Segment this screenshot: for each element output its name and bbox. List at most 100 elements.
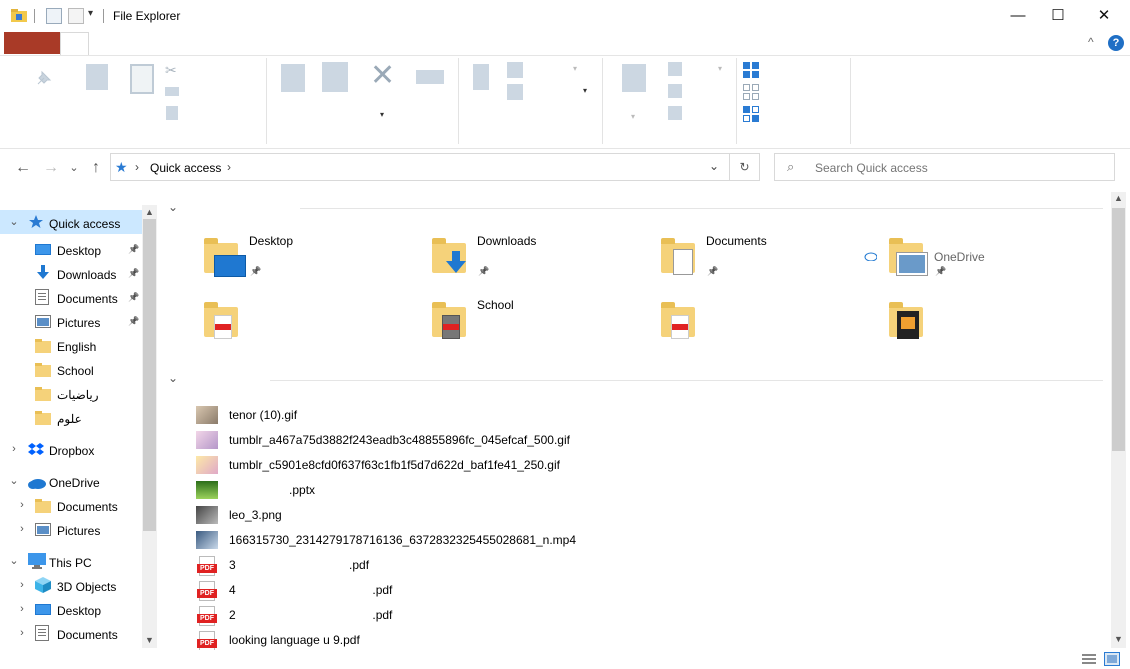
chevron-down-icon[interactable]: ⌄ [8,210,20,234]
recent-file-row[interactable]: PDF 2 .pdf [196,602,1096,627]
address-location[interactable]: Quick access [150,161,221,175]
scrollbar-thumb[interactable] [1112,208,1125,451]
recent-file-row[interactable]: tenor (10).gif [196,402,1096,427]
collapse-ribbon-icon[interactable]: ^ [1088,35,1094,49]
copy-icon[interactable] [86,64,108,90]
open-dropdown-icon[interactable]: ▾ [718,64,722,73]
refresh-button[interactable]: ↻ [730,153,760,181]
chevron-right-icon[interactable]: › [16,621,28,645]
delete-dropdown-icon[interactable]: ▾ [380,110,384,119]
select-all-icon[interactable] [743,62,759,81]
recent-file-row[interactable]: 166315730_2314279178716136_6372832325455… [196,527,1096,552]
large-icons-view-icon[interactable] [1104,652,1120,669]
new-item-dropdown-icon[interactable]: ▾ [573,64,577,73]
chevron-down-icon[interactable]: ⌄ [8,469,20,493]
forward-button[interactable]: → [41,156,61,180]
pin-to-quick-access-icon[interactable] [34,68,54,91]
properties-icon[interactable] [46,8,62,24]
recent-locations-button[interactable]: ⌄ [64,156,84,180]
sidebar-item[interactable]: › Documents [0,621,142,645]
new-folder-ribbon-icon[interactable] [473,64,489,90]
recent-file-row[interactable]: PDF 3 .pdf [196,552,1096,577]
folder-tile[interactable]: OneDrive 📌 [864,236,1095,286]
recent-file-row[interactable]: PDF 4 .pdf [196,577,1096,602]
content-scrollbar[interactable]: ▲ ▼ [1111,192,1126,648]
cut-icon[interactable]: ✂ [165,62,177,79]
sidebar-item[interactable]: ⌄ This PC [0,549,142,573]
sidebar-item[interactable]: › Documents [0,493,142,517]
chevron-right-icon[interactable]: › [16,517,28,541]
frequent-folders-toggle[interactable]: ⌄ [168,200,178,214]
new-item-icon[interactable] [507,62,523,78]
sidebar-item[interactable]: Pictures 📌 [0,309,142,333]
folder-tile[interactable]: Desktop 📌 [200,234,410,286]
chevron-right-icon[interactable]: › [16,493,28,517]
search-box[interactable]: ⌕ [774,153,1115,181]
back-button[interactable]: ← [13,156,33,180]
help-icon[interactable]: ? [1108,35,1124,51]
sidebar-item[interactable]: ⌄ Quick access [0,210,142,234]
scroll-down-arrow[interactable]: ▼ [1114,634,1123,644]
folder-tile[interactable]: School [428,298,638,350]
file-tab[interactable] [4,32,60,54]
navigation-pane-scrollbar[interactable]: ▲ ▼ [142,205,157,648]
sidebar-item[interactable]: رياضيات [0,381,142,405]
up-button[interactable]: ↑ [86,156,106,180]
sidebar-item[interactable]: ⌄ OneDrive [0,469,142,493]
recent-file-row[interactable]: PDF looking language u 9.pdf [196,627,1096,652]
address-bar[interactable]: ★ › Quick access › ⌄ [110,153,730,181]
close-button[interactable]: ✕ [1081,0,1127,31]
scroll-up-arrow[interactable]: ▲ [1114,193,1123,203]
address-separator[interactable]: › [227,160,231,174]
maximize-button[interactable]: ☐ [1035,0,1081,31]
sidebar-item[interactable]: › 3D Objects [0,573,142,597]
scrollbar-thumb[interactable] [143,219,156,531]
paste-icon[interactable] [130,64,154,94]
properties-dropdown-icon[interactable]: ▾ [631,112,635,121]
rename-icon[interactable] [416,70,444,84]
easy-access-icon[interactable] [507,84,523,100]
sidebar-item[interactable]: علوم [0,405,142,429]
home-tab[interactable] [60,32,89,56]
recent-file-row[interactable]: tumblr_c5901e8cfd0f637f63c1fb1f5d7d622d_… [196,452,1096,477]
new-folder-icon[interactable] [68,8,84,24]
sidebar-item[interactable]: Downloads 📌 [0,261,142,285]
search-input[interactable] [813,160,1107,176]
address-separator[interactable]: › [135,160,139,174]
recent-files-toggle[interactable]: ⌄ [168,371,178,385]
sidebar-item[interactable]: Desktop 📌 [0,237,142,261]
copy-to-icon[interactable] [322,62,348,92]
sidebar-item[interactable]: › Pictures [0,517,142,541]
scroll-up-arrow[interactable]: ▲ [145,207,154,217]
sidebar-item[interactable]: English [0,333,142,357]
sidebar-item[interactable]: › Desktop [0,597,142,621]
details-view-icon[interactable] [1082,653,1096,668]
history-icon[interactable] [668,106,682,120]
edit-icon[interactable] [668,84,682,98]
paste-shortcut-icon[interactable] [166,106,178,120]
chevron-right-icon[interactable]: › [16,597,28,621]
folder-tile[interactable] [657,300,867,350]
recent-file-row[interactable]: .pptx [196,477,1096,502]
invert-selection-icon[interactable] [743,106,759,125]
move-to-icon[interactable] [281,64,305,92]
select-none-icon[interactable] [743,84,759,103]
qat-customize-icon[interactable]: ▾ [88,8,93,19]
easy-access-dropdown-icon[interactable]: ▾ [583,86,587,95]
sidebar-item[interactable]: Documents 📌 [0,285,142,309]
chevron-right-icon[interactable]: › [16,573,28,597]
recent-file-row[interactable]: leo_3.png [196,502,1096,527]
properties-ribbon-icon[interactable] [622,64,646,92]
folder-tile[interactable] [885,300,1095,350]
scroll-down-arrow[interactable]: ▼ [145,635,154,645]
sidebar-item[interactable]: › Dropbox [0,437,142,461]
open-icon[interactable] [668,62,682,76]
recent-file-row[interactable]: tumblr_a467a75d3882f243eadb3c48855896fc_… [196,427,1096,452]
chevron-right-icon[interactable]: › [8,437,20,461]
address-dropdown-icon[interactable]: ⌄ [709,159,719,173]
folder-tile[interactable]: Documents 📌 [657,234,867,286]
sidebar-item[interactable]: School [0,357,142,381]
folder-tile[interactable]: Downloads 📌 [428,234,638,286]
copy-path-icon[interactable] [165,87,179,96]
delete-icon[interactable]: ✕ [370,58,395,93]
